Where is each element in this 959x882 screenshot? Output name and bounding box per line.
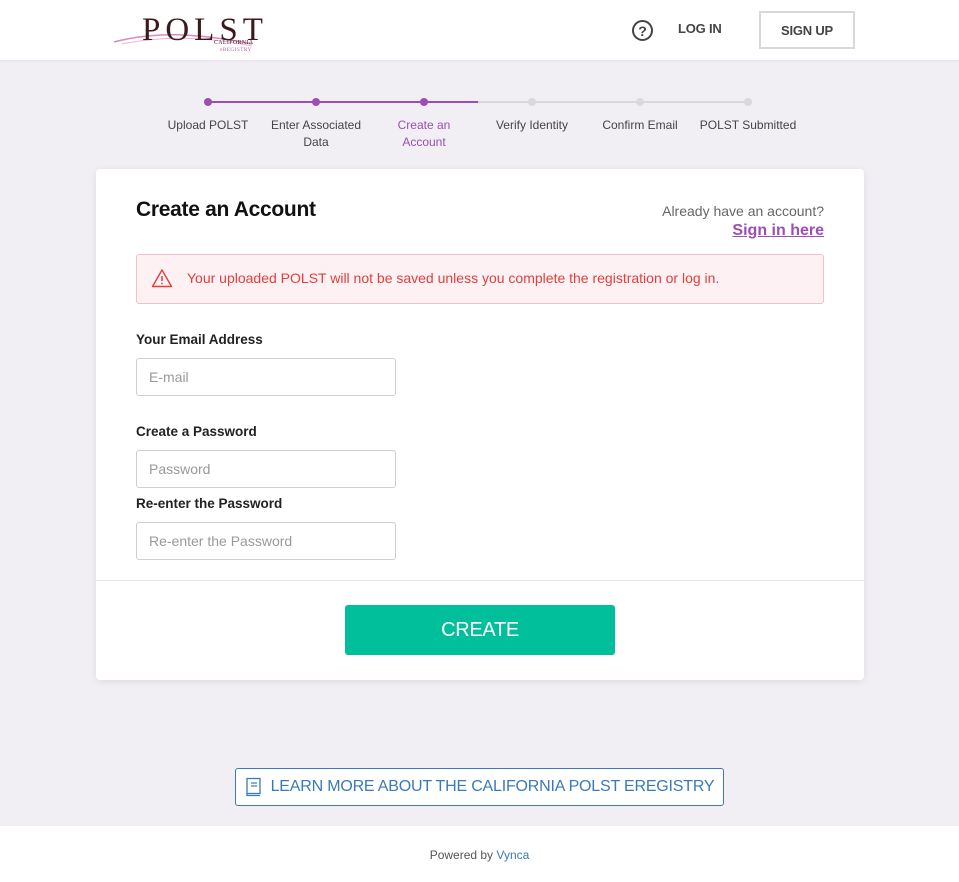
help-question-icon[interactable]: ?	[632, 20, 653, 41]
create-account-card: Create an Account Already have an accoun…	[96, 169, 864, 680]
alert-message: Your uploaded POLST will not be saved un…	[187, 270, 720, 286]
step-label: Create an Account	[397, 118, 451, 149]
step-dot	[420, 98, 428, 106]
confirm-password-label: Re-enter the Password	[136, 496, 283, 511]
sign-in-link[interactable]: Sign in here	[732, 222, 824, 240]
step-label: Verify Identity	[495, 118, 569, 132]
signup-button[interactable]: SIGN UP	[759, 11, 855, 49]
password-label: Create a Password	[136, 424, 257, 439]
polst-logo[interactable]: POLST CALIFORNIA eREGISTRY	[112, 6, 263, 56]
page-title: Create an Account	[136, 198, 316, 221]
step-label: POLST Submitted	[699, 118, 797, 132]
password-input[interactable]	[136, 450, 396, 488]
email-label: Your Email Address	[136, 332, 263, 347]
learn-more-label: LEARN MORE ABOUT THE CALIFORNIA POLST ER…	[270, 778, 715, 795]
step-label: Confirm Email	[602, 118, 678, 132]
step-label: Enter Associated Data	[270, 118, 362, 149]
step-dot	[204, 98, 212, 106]
step-dot	[744, 98, 752, 106]
book-icon	[245, 777, 263, 797]
vynca-link[interactable]: Vynca	[496, 848, 529, 862]
learn-more-button[interactable]: LEARN MORE ABOUT THE CALIFORNIA POLST ER…	[235, 768, 724, 806]
logo-subtitle-california: CALIFORNIA	[214, 40, 254, 46]
top-header: POLST CALIFORNIA eREGISTRY ? LOG IN SIGN…	[0, 0, 959, 60]
already-have-account-text: Already have an account?	[662, 203, 824, 219]
powered-by-label: Powered by	[429, 848, 494, 862]
progress-stepper: Upload POLST Enter Associated Data Create …	[0, 90, 959, 150]
confirm-password-input[interactable]	[136, 522, 396, 560]
step-label: Upload POLST	[167, 118, 249, 132]
create-button[interactable]: CREATE	[345, 605, 615, 655]
email-input[interactable]	[136, 358, 396, 396]
stepper-progress	[208, 101, 478, 103]
step-dot	[312, 98, 320, 106]
powered-by-text: Powered by Vynca	[0, 848, 959, 862]
logo-subtitle-registry: eREGISTRY	[220, 47, 252, 53]
warning-triangle-icon	[151, 268, 173, 293]
warning-alert: Your uploaded POLST will not be saved un…	[136, 254, 824, 304]
card-divider	[96, 580, 864, 581]
step-dot	[636, 98, 644, 106]
login-link[interactable]: LOG IN	[678, 21, 722, 36]
step-dot	[528, 98, 536, 106]
footer: Powered by Vynca	[0, 826, 959, 882]
